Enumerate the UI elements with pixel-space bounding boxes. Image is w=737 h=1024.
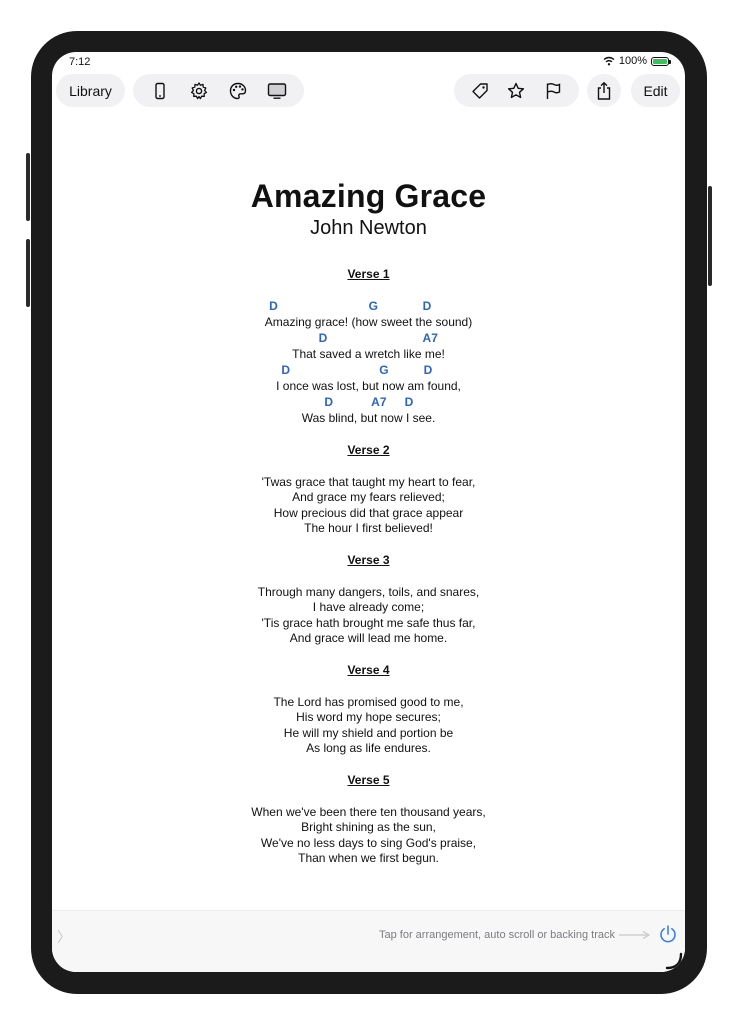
lyric-line: Through many dangers, toils, and snares, — [257, 585, 480, 599]
chord-line: D A7 D — [52, 395, 685, 410]
song-author: John Newton — [310, 217, 427, 239]
chord[interactable]: D — [405, 395, 414, 409]
chord[interactable]: D — [269, 299, 278, 313]
song-actions-group — [454, 74, 579, 107]
star-icon[interactable] — [506, 81, 526, 101]
lyric-line: Than when we first begun. — [298, 850, 439, 865]
chord[interactable]: G — [369, 299, 378, 313]
chord-line: DGD — [52, 363, 685, 378]
lyric-line: Amazing grace! (how sweet the sound) — [264, 315, 473, 329]
chord[interactable]: D — [281, 363, 290, 377]
chord[interactable]: A7 — [371, 395, 386, 409]
home-corner-indicator — [665, 952, 683, 970]
lyric-line: And grace my fears relieved; — [292, 490, 445, 505]
phone-icon[interactable] — [150, 81, 170, 101]
lyric-line: And grace will lead me home. — [289, 630, 448, 645]
bottom-bar[interactable]: 〉 Tap for arrangement, auto scroll or ba… — [52, 910, 685, 972]
edit-button[interactable]: Edit — [631, 74, 680, 107]
gear-icon[interactable] — [189, 81, 209, 101]
lyric-line: 'Twas grace that taught my heart to fear… — [261, 475, 476, 489]
wifi-icon — [603, 56, 615, 66]
chord-line: DGD — [52, 299, 685, 314]
chord[interactable]: D — [319, 331, 328, 345]
battery-icon — [651, 56, 671, 66]
palette-icon[interactable] — [228, 81, 248, 101]
chord[interactable]: A7 — [423, 331, 438, 345]
lyric-line: His word my hope secures; — [296, 710, 441, 725]
lyric-line: We've no less days to sing God's praise, — [260, 835, 477, 850]
library-label: Library — [69, 82, 112, 99]
chord[interactable]: D — [423, 299, 432, 313]
lyric-line: As long as life endures. — [306, 740, 431, 755]
share-button[interactable] — [587, 74, 621, 107]
verse-heading: Verse 3 — [347, 553, 390, 567]
lyric-line: The Lord has promised good to me, — [273, 695, 464, 709]
power-button — [708, 186, 712, 286]
chord[interactable]: G — [379, 363, 388, 377]
lyric-line: 'Tis grace hath brought me safe thus far… — [261, 615, 476, 630]
volume-down-button — [26, 239, 30, 307]
verse-heading: Verse 5 — [347, 773, 390, 787]
arrow-right-icon — [619, 930, 651, 940]
lyric-line: That saved a wretch like me! — [292, 347, 445, 361]
lyric-line: He will my shield and portion be — [283, 725, 454, 740]
lyric-line: The hour I first believed! — [304, 520, 433, 535]
song-title: Amazing Grace — [250, 178, 487, 214]
lyric-line: When we've been there ten thousand years… — [251, 805, 486, 819]
monitor-icon[interactable] — [267, 81, 287, 101]
share-icon — [594, 81, 614, 101]
library-button[interactable]: Library — [56, 74, 125, 107]
chord-line: D A7 — [52, 331, 685, 346]
flag-icon[interactable] — [543, 81, 563, 101]
chord[interactable]: D — [324, 395, 333, 409]
lyric-line: I have already come; — [312, 600, 425, 615]
status-indicators: 100% — [603, 55, 671, 67]
edit-label: Edit — [643, 82, 668, 99]
status-time: 7:12 — [69, 56, 91, 68]
lyric-line: Bright shining as the sun, — [301, 820, 436, 835]
volume-up-button — [26, 153, 30, 221]
battery-percent: 100% — [618, 55, 647, 67]
lyric-line: Was blind, but now I see. — [301, 411, 436, 425]
verse-heading: Verse 1 — [347, 267, 390, 281]
lyric-line: How precious did that grace appear — [273, 505, 464, 520]
verse-heading: Verse 2 — [347, 443, 390, 457]
app-screen: 7:12 100% Library Edit Amazing Grace Joh… — [52, 52, 685, 972]
arrangement-hint[interactable]: Tap for arrangement, auto scroll or back… — [379, 929, 615, 941]
lyric-line: I once was lost, but now am found, — [276, 379, 461, 393]
power-icon[interactable] — [658, 924, 678, 944]
view-tools-group — [133, 74, 304, 107]
chord[interactable]: D — [424, 363, 433, 377]
tag-icon[interactable] — [470, 81, 490, 101]
verse-heading: Verse 4 — [347, 663, 390, 677]
chevron-right-icon[interactable]: 〉 — [57, 927, 71, 947]
